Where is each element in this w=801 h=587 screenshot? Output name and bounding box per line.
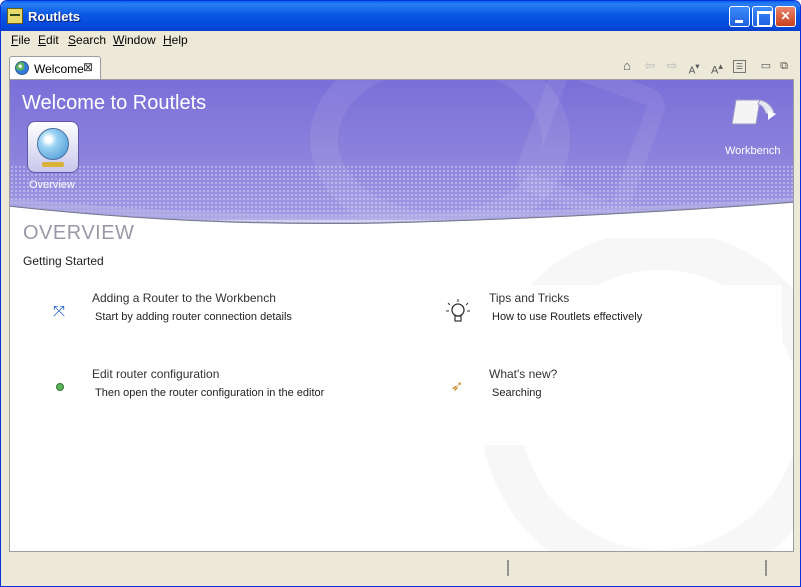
link-description: Searching (492, 387, 542, 399)
section-title: OVERVIEW (23, 222, 135, 244)
back-icon[interactable]: ⇦ (642, 58, 658, 74)
editor-tab-row: Welcome ⊠ ⌂ ⇦ ⇨ A▾ A▴ ☰ ▭ ⧉ (9, 55, 794, 79)
globe-stand (42, 162, 64, 167)
welcome-content: Welcome to Routlets Overview Workbench O… (9, 79, 794, 552)
overview-label[interactable]: Overview (29, 179, 75, 191)
app-window: Routlets ✕ File Edit Search Window Help … (0, 0, 801, 587)
link-title[interactable]: Adding a Router to the Workbench (92, 291, 276, 305)
link-title[interactable]: What's new? (489, 367, 557, 381)
link-description: Then open the router configuration in th… (95, 387, 325, 399)
minimize-button[interactable] (729, 6, 750, 27)
menu-help[interactable]: Help (163, 33, 188, 47)
workbench-icon[interactable] (730, 96, 776, 130)
router-add-icon[interactable]: ⤧ (49, 302, 69, 322)
decrease-font-icon[interactable]: A▾ (686, 58, 702, 76)
title-bar[interactable]: Routlets ✕ (1, 1, 800, 31)
menu-window[interactable]: Window (113, 33, 156, 47)
app-icon (7, 8, 23, 24)
link-panel (430, 285, 782, 445)
menu-file[interactable]: File (11, 33, 30, 47)
status-separator (507, 560, 509, 576)
forward-icon[interactable]: ⇨ (664, 58, 680, 74)
increase-font-icon[interactable]: A▴ (709, 58, 725, 77)
minimize-view-icon[interactable]: ▭ (758, 58, 774, 74)
tab-close-icon[interactable]: ⊠ (83, 60, 93, 74)
tab-label: Welcome (34, 62, 84, 76)
menu-bar: File Edit Search Window Help (1, 31, 800, 50)
home-icon[interactable]: ⌂ (619, 58, 635, 74)
menu-edit[interactable]: Edit (38, 33, 59, 47)
globe-icon (37, 128, 69, 160)
workbench-label[interactable]: Workbench (725, 145, 780, 157)
link-title[interactable]: Tips and Tricks (489, 291, 569, 305)
section-subtitle: Getting Started (23, 254, 104, 268)
rocket-icon[interactable]: ➶ (447, 377, 467, 397)
link-title[interactable]: Edit router configuration (92, 367, 219, 381)
welcome-icon (15, 61, 29, 75)
green-dot-icon[interactable] (50, 377, 70, 397)
status-bar (1, 556, 800, 586)
close-button[interactable]: ✕ (775, 6, 796, 27)
link-description: How to use Routlets effectively (492, 311, 643, 323)
window-title: Routlets (28, 9, 80, 24)
tab-welcome[interactable]: Welcome ⊠ (9, 56, 101, 79)
customize-icon[interactable]: ☰ (733, 60, 746, 73)
link-description: Start by adding router connection detail… (95, 311, 292, 323)
status-separator (765, 560, 767, 576)
lightbulb-icon[interactable] (443, 297, 473, 327)
menu-search[interactable]: Search (68, 33, 106, 47)
maximize-view-icon[interactable]: ⧉ (776, 58, 792, 74)
welcome-title: Welcome to Routlets (22, 92, 207, 114)
overview-button[interactable] (27, 121, 79, 173)
maximize-button[interactable] (752, 6, 773, 27)
